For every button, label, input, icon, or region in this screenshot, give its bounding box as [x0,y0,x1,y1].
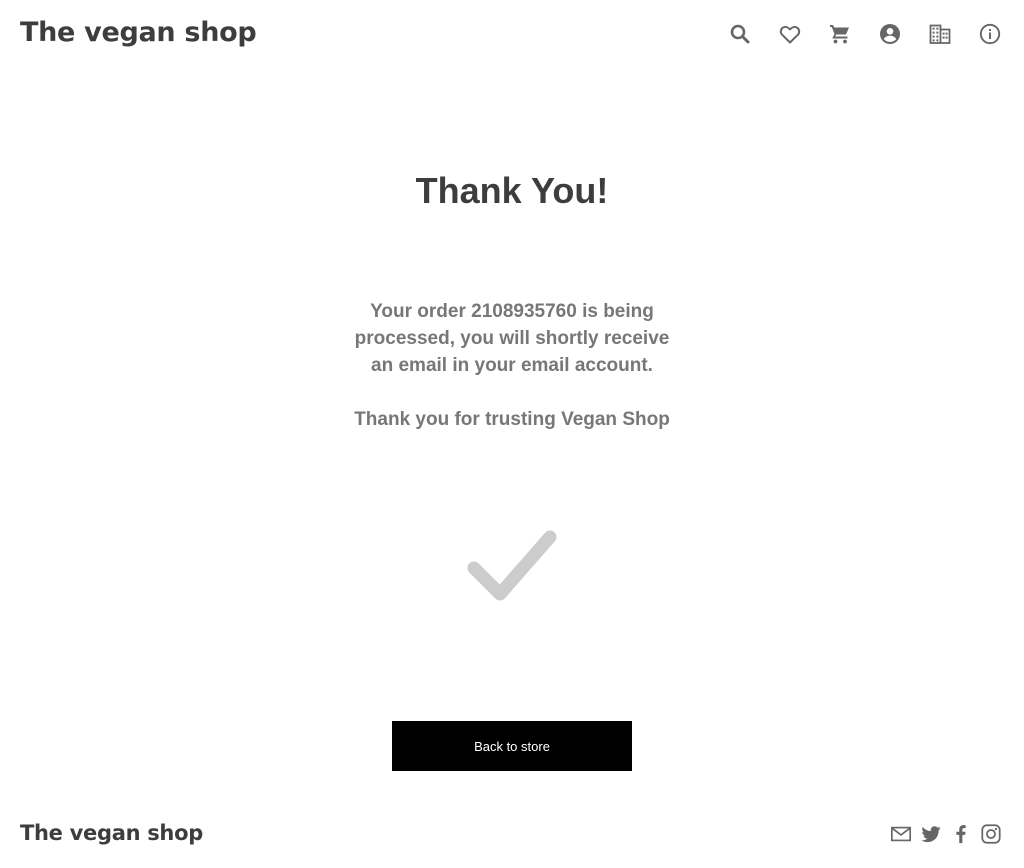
checkmark-icon [466,528,558,604]
account-icon[interactable] [878,22,902,46]
facebook-icon[interactable] [950,823,972,845]
info-icon[interactable] [978,22,1002,46]
header-icon-nav [728,22,1002,46]
site-header: The vegan shop [0,0,1024,70]
thank-you-message: Thank you for trusting Vegan Shop [354,409,670,430]
order-confirmation-page: The vegan shop Thank You! Your order 210… [0,0,1024,868]
heart-icon[interactable] [778,22,802,46]
order-number: 2108935760 [471,301,577,322]
order-message-prefix: Your order [370,301,472,322]
search-icon[interactable] [728,22,752,46]
social-links [890,822,1002,846]
cart-icon[interactable] [828,22,852,46]
page-title: Thank You! [415,170,609,211]
footer-brand[interactable]: The vegan shop [20,821,203,845]
brand-logo[interactable]: The vegan shop [20,17,257,48]
back-to-store-button[interactable]: Back to store [392,721,632,771]
twitter-icon[interactable] [920,823,942,845]
instagram-icon[interactable] [980,823,1002,845]
mail-icon[interactable] [890,823,912,845]
building-icon[interactable] [928,22,952,46]
order-status-message: Your order 2108935760 is being processed… [352,298,672,379]
